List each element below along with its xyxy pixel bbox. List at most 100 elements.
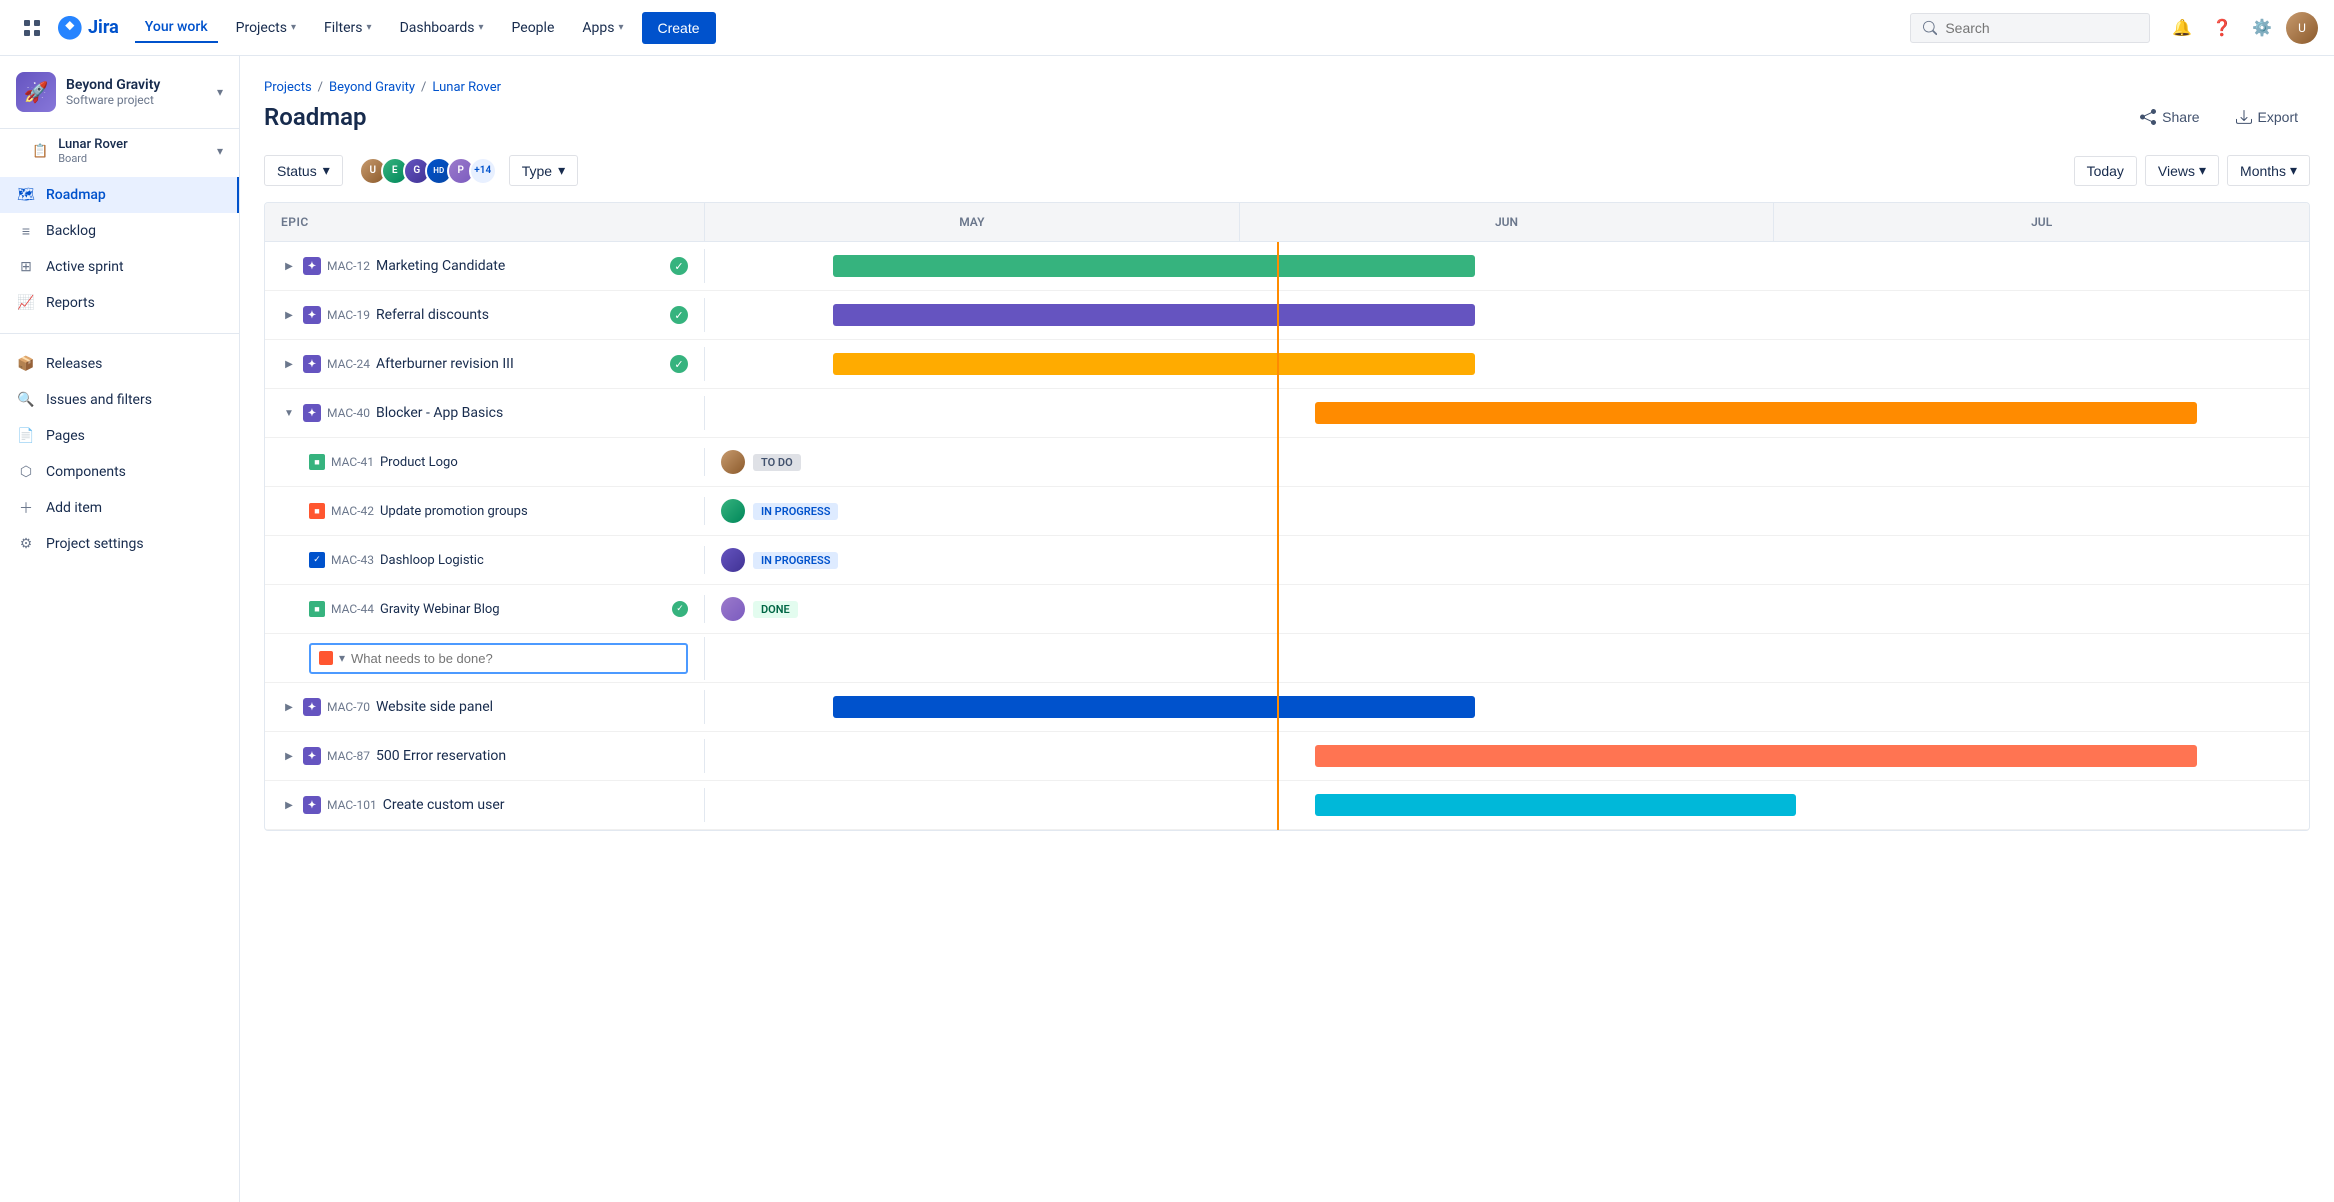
sub-icon: ■ bbox=[309, 454, 325, 470]
epic-icon: ✦ bbox=[303, 257, 321, 275]
epic-cell-mac101: ▶ ✦ MAC-101 Create custom user bbox=[265, 788, 705, 822]
releases-icon: 📦 bbox=[16, 354, 36, 374]
expand-button[interactable]: ▶ bbox=[281, 307, 297, 323]
months-button[interactable]: Months ▾ bbox=[2227, 155, 2310, 186]
settings-icon[interactable]: ⚙️ bbox=[2246, 12, 2278, 44]
jira-logo[interactable]: Jira bbox=[56, 14, 119, 42]
sub-item-cell-mac44: ■ MAC-44 Gravity Webinar Blog ✓ bbox=[265, 595, 705, 623]
timeline-cell: TO DO bbox=[705, 438, 2309, 486]
nav-projects[interactable]: Projects ▾ bbox=[226, 14, 306, 42]
gantt-bar-mac101[interactable] bbox=[1315, 794, 1796, 816]
sidebar-item-roadmap[interactable]: 🗺 Roadmap bbox=[0, 177, 239, 213]
epic-icon: ✦ bbox=[303, 796, 321, 814]
timeline-cell bbox=[705, 389, 2309, 437]
gantt-bar-mac12[interactable] bbox=[833, 255, 1475, 277]
gantt-bar-mac19[interactable] bbox=[833, 304, 1475, 326]
done-icon: ✓ bbox=[670, 355, 688, 373]
timeline-cell: DONE bbox=[705, 585, 2309, 633]
gantt-bar-mac70[interactable] bbox=[833, 696, 1475, 718]
sub-icon: ✓ bbox=[309, 552, 325, 568]
main-layout: 🚀 Beyond Gravity Software project ▾ 📋 Lu… bbox=[0, 56, 2334, 1202]
breadcrumb-projects[interactable]: Projects bbox=[264, 80, 312, 95]
toolbar-right: Today Views ▾ Months ▾ bbox=[2074, 155, 2310, 186]
gantt-bar-mac87[interactable] bbox=[1315, 745, 2197, 767]
sidebar-divider bbox=[0, 333, 239, 334]
epic-name-mac19[interactable]: Referral discounts bbox=[376, 307, 489, 323]
expand-button[interactable]: ▶ bbox=[281, 699, 297, 715]
breadcrumb-beyond-gravity[interactable]: Beyond Gravity bbox=[329, 80, 415, 95]
sidebar-issues[interactable]: 🔍 Issues and filters bbox=[0, 382, 239, 418]
timeline-cell bbox=[705, 291, 2309, 339]
notifications-icon[interactable]: 🔔 bbox=[2166, 12, 2198, 44]
chevron-icon: ▾ bbox=[291, 22, 296, 33]
sidebar-board-item[interactable]: 📋 Lunar Rover Board ▾ bbox=[0, 129, 239, 173]
share-button[interactable]: Share bbox=[2128, 103, 2211, 131]
more-avatars[interactable]: +14 bbox=[469, 157, 497, 185]
sidebar-project-settings[interactable]: ⚙ Project settings bbox=[0, 526, 239, 562]
table-row: ✓ MAC-43 Dashloop Logistic IN PROGRESS bbox=[265, 536, 2309, 585]
epic-name-mac40[interactable]: Blocker - App Basics bbox=[376, 405, 503, 421]
help-icon[interactable]: ❓ bbox=[2206, 12, 2238, 44]
nav-apps[interactable]: Apps ▾ bbox=[572, 14, 633, 42]
sub-name-mac42[interactable]: Update promotion groups bbox=[380, 504, 528, 519]
epic-name-mac87[interactable]: 500 Error reservation bbox=[376, 748, 506, 764]
nav-dashboards[interactable]: Dashboards ▾ bbox=[390, 14, 494, 42]
sidebar-item-backlog[interactable]: ≡ Backlog bbox=[0, 213, 239, 249]
table-row: ▶ ✦ MAC-19 Referral discounts ✓ bbox=[265, 291, 2309, 340]
timeline-cell bbox=[705, 340, 2309, 388]
expand-button[interactable]: ▼ bbox=[281, 405, 297, 421]
breadcrumb-lunar-rover[interactable]: Lunar Rover bbox=[432, 80, 501, 95]
gantt-bar-mac40[interactable] bbox=[1315, 402, 2197, 424]
expand-button[interactable]: ▶ bbox=[281, 797, 297, 813]
gantt-bar-mac24[interactable] bbox=[833, 353, 1475, 375]
nav-your-work[interactable]: Your work bbox=[135, 13, 218, 43]
nav-filters[interactable]: Filters ▾ bbox=[314, 14, 382, 42]
sidebar-add-item[interactable]: ＋ Add item bbox=[0, 490, 239, 526]
table-row: ■ MAC-42 Update promotion groups IN PROG… bbox=[265, 487, 2309, 536]
table-row: ■ MAC-41 Product Logo TO DO bbox=[265, 438, 2309, 487]
sidebar-releases[interactable]: 📦 Releases bbox=[0, 346, 239, 382]
sub-name-mac41[interactable]: Product Logo bbox=[380, 455, 458, 470]
chevron-down-icon: ▾ bbox=[558, 162, 565, 179]
sub-name-mac44[interactable]: Gravity Webinar Blog bbox=[380, 602, 500, 617]
expand-button[interactable]: ▶ bbox=[281, 748, 297, 764]
toolbar: Status ▾ U E G HD P +14 Type ▾ Today Vie… bbox=[264, 155, 2310, 186]
done-icon: ✓ bbox=[672, 601, 688, 617]
reports-icon: 📈 bbox=[16, 293, 36, 313]
epic-name-mac12[interactable]: Marketing Candidate bbox=[376, 258, 505, 274]
user-avatar[interactable]: U bbox=[2286, 12, 2318, 44]
search-bar[interactable] bbox=[1910, 13, 2150, 43]
add-item-input[interactable] bbox=[351, 651, 678, 666]
sidebar-project[interactable]: 🚀 Beyond Gravity Software project ▾ bbox=[0, 56, 239, 129]
expand-button[interactable]: ▶ bbox=[281, 258, 297, 274]
sidebar-pages[interactable]: 📄 Pages bbox=[0, 418, 239, 454]
type-filter[interactable]: Type ▾ bbox=[509, 155, 578, 186]
add-item-input-wrapper[interactable]: ▾ bbox=[309, 643, 688, 674]
create-button[interactable]: Create bbox=[642, 12, 716, 44]
add-item-icon bbox=[319, 651, 333, 665]
nav-people[interactable]: People bbox=[502, 14, 565, 42]
sidebar-item-reports[interactable]: 📈 Reports bbox=[0, 285, 239, 321]
add-item-row: ▾ bbox=[265, 634, 2309, 683]
status-filter[interactable]: Status ▾ bbox=[264, 155, 343, 186]
expand-button[interactable]: ▶ bbox=[281, 356, 297, 372]
components-icon: ⬡ bbox=[16, 462, 36, 482]
sidebar-components[interactable]: ⬡ Components bbox=[0, 454, 239, 490]
export-button[interactable]: Export bbox=[2224, 103, 2310, 131]
epic-name-mac101[interactable]: Create custom user bbox=[383, 797, 505, 813]
status-badge: IN PROGRESS bbox=[753, 503, 838, 520]
epic-name-mac24[interactable]: Afterburner revision III bbox=[376, 356, 514, 372]
grid-icon[interactable] bbox=[16, 12, 48, 44]
today-button[interactable]: Today bbox=[2074, 156, 2137, 186]
epic-name-mac70[interactable]: Website side panel bbox=[376, 699, 493, 715]
sidebar-item-active-sprint[interactable]: ⊞ Active sprint bbox=[0, 249, 239, 285]
sub-name-mac43[interactable]: Dashloop Logistic bbox=[380, 553, 484, 568]
timeline-cell bbox=[705, 732, 2309, 780]
export-icon bbox=[2236, 109, 2252, 125]
search-input[interactable] bbox=[1945, 20, 2137, 36]
pages-icon: 📄 bbox=[16, 426, 36, 446]
status-badge: DONE bbox=[753, 601, 798, 618]
epic-icon: ✦ bbox=[303, 698, 321, 716]
views-button[interactable]: Views ▾ bbox=[2145, 155, 2219, 186]
month-jun: JUN bbox=[1240, 203, 1775, 241]
